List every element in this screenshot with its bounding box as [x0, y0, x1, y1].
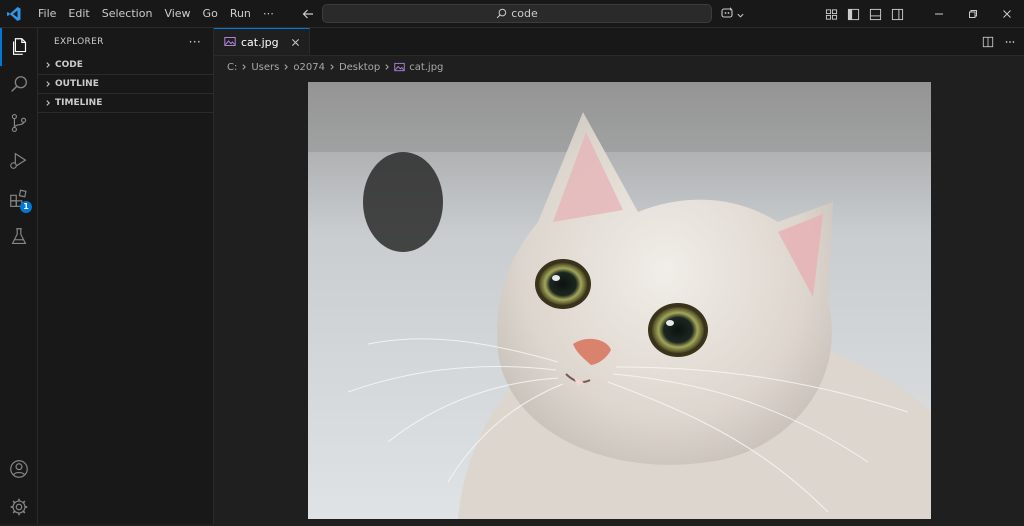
chevron-right-icon [42, 80, 54, 88]
menu-more[interactable]: ⋯ [257, 3, 280, 25]
settings-gear-icon[interactable] [0, 488, 38, 526]
menu-view[interactable]: View [158, 3, 196, 25]
cat-photo [308, 82, 931, 519]
source-control-icon[interactable] [0, 104, 38, 142]
menu-file[interactable]: File [32, 3, 62, 25]
image-file-icon [224, 33, 236, 52]
image-preview [308, 82, 931, 519]
extensions-icon[interactable]: 1 [0, 180, 38, 218]
toggle-panel-icon[interactable] [864, 0, 886, 28]
chevron-right-icon [383, 63, 391, 71]
toggle-primary-sidebar-icon[interactable] [842, 0, 864, 28]
testing-flask-icon[interactable] [0, 218, 38, 256]
menu-run[interactable]: Run [224, 3, 257, 25]
close-tab-icon[interactable] [287, 34, 303, 50]
search-icon [496, 4, 507, 23]
activity-bar: 1 [0, 28, 38, 524]
explorer-title: EXPLORER [54, 37, 104, 47]
breadcrumb: C: Users o2074 Desktop cat.jpg [214, 56, 1024, 78]
restore-icon[interactable] [956, 0, 990, 28]
explorer-more-actions[interactable]: ··· [189, 35, 201, 49]
menu-go[interactable]: Go [197, 3, 224, 25]
breadcrumb-drive[interactable]: C: [227, 62, 237, 73]
close-window-icon[interactable] [990, 0, 1024, 28]
section-code[interactable]: CODE [38, 56, 213, 75]
explorer-header: EXPLORER ··· [38, 28, 213, 56]
image-file-icon [394, 62, 405, 73]
tab-cat-jpg[interactable]: cat.jpg [214, 28, 310, 55]
command-center-label: code [511, 7, 538, 20]
breadcrumb-user[interactable]: o2074 [293, 62, 325, 73]
minimize-icon[interactable] [922, 0, 956, 28]
chevron-right-icon [42, 99, 54, 107]
section-outline[interactable]: OUTLINE [38, 75, 213, 94]
accounts-icon[interactable] [0, 450, 38, 488]
chevron-right-icon [240, 63, 248, 71]
chevron-right-icon [282, 63, 290, 71]
breadcrumb-file[interactable]: cat.jpg [409, 62, 443, 73]
search-sidebar-icon[interactable] [0, 66, 38, 104]
window-controls [820, 0, 1024, 28]
explorer-icon[interactable] [0, 28, 38, 66]
toggle-secondary-sidebar-icon[interactable] [886, 0, 908, 28]
breadcrumb-desktop[interactable]: Desktop [339, 62, 380, 73]
extensions-badge: 1 [20, 201, 32, 213]
copilot-icon [720, 5, 734, 24]
breadcrumb-users[interactable]: Users [251, 62, 279, 73]
back-arrow-icon[interactable] [298, 4, 318, 24]
editor-area: cat.jpg C: Users o2074 Desktop cat.jpg [214, 28, 1024, 524]
chevron-right-icon [328, 63, 336, 71]
menu-selection[interactable]: Selection [96, 3, 159, 25]
section-code-label: CODE [55, 60, 83, 70]
customize-layout-icon[interactable] [820, 0, 842, 28]
copilot-menu-button[interactable] [720, 4, 745, 24]
run-debug-icon[interactable] [0, 142, 38, 180]
menu-edit[interactable]: Edit [62, 3, 95, 25]
split-editor-icon[interactable] [980, 34, 996, 50]
title-bar: File Edit Selection View Go Run ⋯ code [0, 0, 1024, 28]
vscode-logo-icon [0, 0, 28, 28]
tab-label: cat.jpg [241, 35, 279, 49]
tab-bar: cat.jpg [214, 28, 1024, 56]
explorer-sidebar: EXPLORER ··· CODE OUTLINE TIMELINE [38, 28, 214, 524]
command-center-search[interactable]: code [322, 4, 712, 23]
chevron-down-icon [736, 5, 745, 24]
chevron-right-icon [42, 61, 54, 69]
editor-more-actions-icon[interactable] [1002, 34, 1018, 50]
menu-bar: File Edit Selection View Go Run ⋯ [32, 3, 280, 25]
section-timeline-label: TIMELINE [55, 98, 103, 108]
section-timeline[interactable]: TIMELINE [38, 94, 213, 113]
section-outline-label: OUTLINE [55, 79, 99, 89]
